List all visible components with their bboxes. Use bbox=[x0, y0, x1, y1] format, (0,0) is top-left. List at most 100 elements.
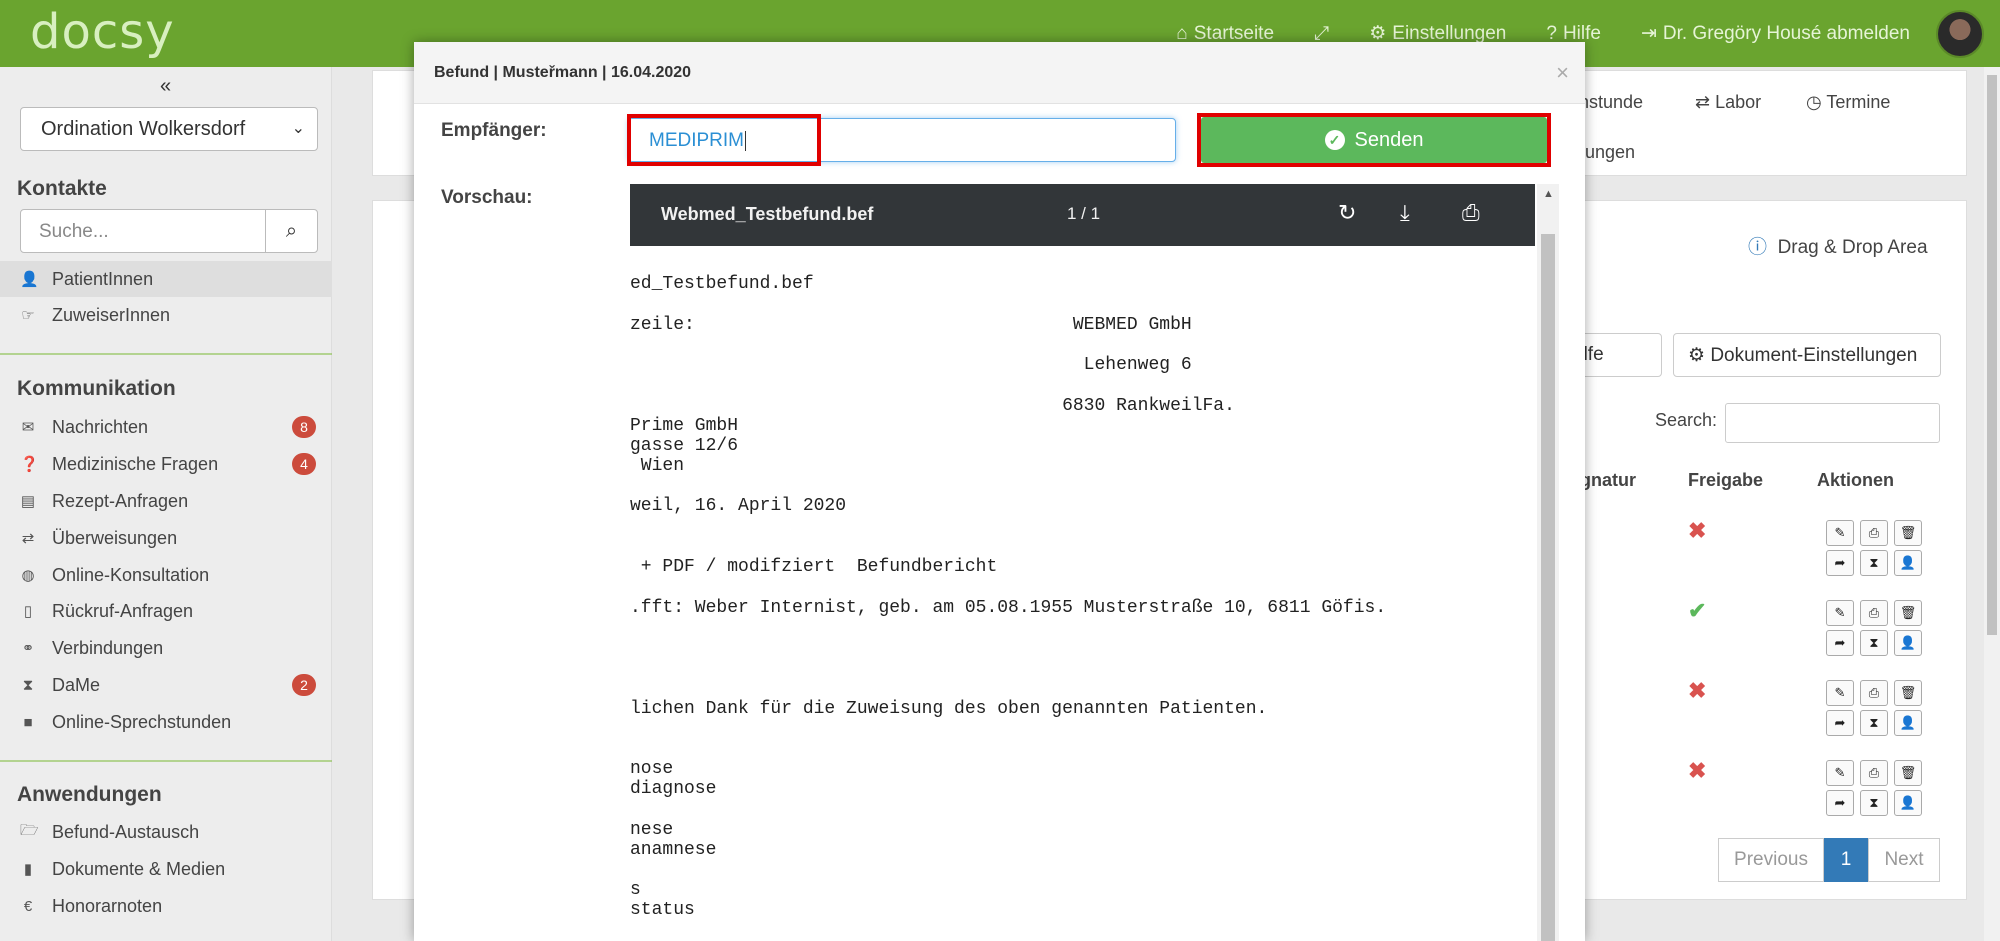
viewer-scrollbar-thumb[interactable] bbox=[1541, 234, 1555, 941]
avatar[interactable] bbox=[1936, 10, 1984, 58]
sidebar-item-verbindungen[interactable]: ⚭ Verbindungen bbox=[0, 630, 332, 666]
share-icon[interactable]: ➦ bbox=[1826, 550, 1854, 576]
globe-icon: ◍ bbox=[21, 567, 35, 584]
freigabe-no-icon: ✖ bbox=[1688, 758, 1707, 783]
page-scrollbar-thumb[interactable] bbox=[1987, 75, 1997, 635]
euro-icon: € bbox=[23, 897, 33, 915]
col-freigabe[interactable]: Freigabe bbox=[1688, 470, 1763, 491]
sidebar-item-befund-austausch[interactable]: 🗁 Befund-Austausch bbox=[0, 814, 332, 850]
sidebar-item-zuweiserinnen[interactable]: ☞ ZuweiserInnen bbox=[0, 297, 332, 333]
docsy-logo[interactable]: docsy bbox=[30, 4, 175, 60]
user-icon[interactable]: 👤 bbox=[1894, 550, 1922, 576]
doc-line: .fft: Weber Internist, geb. am 05.08.195… bbox=[630, 598, 1387, 618]
print-icon[interactable]: ⎙ bbox=[1462, 200, 1480, 226]
hourglass-icon[interactable]: ⧗ bbox=[1860, 710, 1888, 736]
exchange-icon: ⇄ bbox=[21, 530, 35, 547]
modal-header: Befund | Musteřmann | 16.04.2020 × bbox=[414, 42, 1585, 104]
pager-next[interactable]: Next bbox=[1868, 838, 1940, 882]
hourglass-icon[interactable]: ⧗ bbox=[1860, 550, 1888, 576]
row-actions: ✎ ⎙ 🗑 ➦ ⧗ 👤 bbox=[1826, 680, 1922, 736]
edit-icon[interactable]: ✎ bbox=[1826, 600, 1854, 626]
edit-icon[interactable]: ✎ bbox=[1826, 680, 1854, 706]
modal-title: Befund | Musteřmann | 16.04.2020 bbox=[434, 64, 692, 81]
sidebar-item-dame[interactable]: ⧗ DaMe 2 bbox=[0, 667, 332, 703]
doc-line: Wien bbox=[630, 456, 685, 476]
edit-icon[interactable]: ✎ bbox=[1826, 520, 1854, 546]
pager-page-1[interactable]: 1 bbox=[1824, 838, 1868, 882]
edit-icon[interactable]: ✎ bbox=[1826, 760, 1854, 786]
user-icon[interactable]: 👤 bbox=[1894, 630, 1922, 656]
sidebar-item-patientinnen[interactable]: 👤 PatientInnen bbox=[0, 261, 332, 297]
list-icon: ▤ bbox=[20, 493, 36, 510]
drag-drop-area[interactable]: ⓘ Drag & Drop Area bbox=[1748, 232, 1928, 259]
user-icon[interactable]: 👤 bbox=[1894, 790, 1922, 816]
doc-line: + PDF / modifziert Befundbericht bbox=[630, 557, 998, 577]
share-icon[interactable]: ➦ bbox=[1826, 630, 1854, 656]
hourglass-icon[interactable]: ⧗ bbox=[1860, 790, 1888, 816]
trash-icon[interactable]: 🗑 bbox=[1894, 760, 1922, 786]
badge-medizinische-fragen: 4 bbox=[292, 453, 316, 475]
dokument-einstellungen-button[interactable]: ⚙ Dokument-Einstellungen bbox=[1673, 333, 1941, 377]
sidebar-item-dokumente-medien[interactable]: ▮ Dokumente & Medien bbox=[0, 851, 332, 887]
doc-line: status bbox=[630, 900, 695, 920]
doc-line: Prime GmbH bbox=[630, 416, 739, 436]
nav-logout[interactable]: ⇥ Dr. Gregöry Housé abmelden bbox=[1641, 22, 1910, 45]
trash-icon[interactable]: 🗑 bbox=[1894, 600, 1922, 626]
col-signatur[interactable]: gnatur bbox=[1580, 470, 1636, 491]
ordination-select[interactable]: Ordination Wolkersdorf ⌄ bbox=[20, 107, 318, 151]
close-icon[interactable]: × bbox=[1556, 60, 1569, 86]
tab-labor[interactable]: ⇄ Labor bbox=[1695, 92, 1761, 113]
rotate-icon[interactable]: ↻ bbox=[1338, 200, 1356, 226]
share-icon[interactable]: ➦ bbox=[1826, 710, 1854, 736]
info-icon: ⓘ bbox=[1748, 237, 1778, 258]
sidebar-item-online-sprechstunden[interactable]: ■ Online-Sprechstunden bbox=[0, 704, 332, 740]
hourglass-icon: ⧗ bbox=[22, 676, 34, 694]
tab-termine[interactable]: ◷ Termine bbox=[1806, 92, 1890, 113]
table-search-input[interactable] bbox=[1725, 403, 1940, 443]
sidebar-search-input[interactable]: Suche... ⌕ bbox=[20, 209, 318, 253]
pager-previous[interactable]: Previous bbox=[1718, 838, 1824, 882]
highlight-send bbox=[1197, 113, 1551, 167]
print-icon[interactable]: ⎙ bbox=[1860, 680, 1888, 706]
viewer-toolbar: Webmed_Testbefund.bef 1 / 1 ↻ ⤓ ⎙ bbox=[630, 184, 1535, 246]
doc-line: nose bbox=[630, 759, 674, 779]
sidebar: « Ordination Wolkersdorf ⌄ Kontakte Such… bbox=[0, 67, 332, 941]
search-icon[interactable]: ⌕ bbox=[265, 210, 317, 252]
sidebar-item-honorarnoten[interactable]: € Honorarnoten bbox=[0, 888, 332, 924]
doc-line: Lehenweg 6 bbox=[630, 355, 1192, 375]
sidebar-item-rueckruf-anfragen[interactable]: ▯ Rückruf-Anfragen bbox=[0, 593, 332, 629]
viewer-scrollbar[interactable]: ▲ bbox=[1537, 184, 1559, 941]
trash-icon[interactable]: 🗑 bbox=[1894, 680, 1922, 706]
share-icon[interactable]: ➦ bbox=[1826, 790, 1854, 816]
print-icon[interactable]: ⎙ bbox=[1860, 760, 1888, 786]
sidebar-item-online-konsultation[interactable]: ◍ Online-Konsultation bbox=[0, 557, 332, 593]
print-icon[interactable]: ⎙ bbox=[1860, 600, 1888, 626]
befund-send-dialog: Befund | Musteřmann | 16.04.2020 × Empfä… bbox=[414, 42, 1585, 941]
folder-open-icon: 🗁 bbox=[20, 821, 39, 839]
print-icon[interactable]: ⎙ bbox=[1860, 520, 1888, 546]
file-icon: ▮ bbox=[23, 861, 33, 878]
freigabe-no-icon: ✖ bbox=[1688, 518, 1707, 543]
scroll-up-icon[interactable]: ▲ bbox=[1543, 188, 1554, 200]
mobile-icon: ▯ bbox=[23, 603, 33, 620]
hourglass-icon[interactable]: ⧗ bbox=[1860, 630, 1888, 656]
doc-line: lichen Dank für die Zuweisung des oben g… bbox=[630, 699, 1268, 719]
download-icon[interactable]: ⤓ bbox=[1400, 200, 1410, 226]
user-icon[interactable]: 👤 bbox=[1894, 710, 1922, 736]
tab-partial[interactable]: ungen bbox=[1585, 142, 1635, 163]
page-scrollbar[interactable] bbox=[1984, 67, 2000, 941]
col-aktionen[interactable]: Aktionen bbox=[1817, 470, 1894, 491]
row-actions: ✎ ⎙ 🗑 ➦ ⧗ 👤 bbox=[1826, 520, 1922, 576]
sidebar-item-medizinische-fragen[interactable]: ❓ Medizinische Fragen 4 bbox=[0, 446, 332, 482]
sidebar-item-rezept-anfragen[interactable]: ▤ Rezept-Anfragen bbox=[0, 483, 332, 519]
preview-label: Vorschau: bbox=[441, 187, 533, 208]
exchange-icon: ⇄ bbox=[1695, 92, 1716, 112]
link-icon: ⚭ bbox=[21, 640, 35, 657]
sidebar-item-ueberweisungen[interactable]: ⇄ Überweisungen bbox=[0, 520, 332, 556]
collapse-sidebar-icon[interactable]: « bbox=[160, 75, 171, 98]
section-title-kommunikation: Kommunikation bbox=[17, 377, 176, 400]
sidebar-item-nachrichten[interactable]: ✉ Nachrichten 8 bbox=[0, 409, 332, 445]
doc-line: diagnose bbox=[630, 779, 717, 799]
trash-icon[interactable]: 🗑 bbox=[1894, 520, 1922, 546]
video-icon: ■ bbox=[23, 713, 33, 731]
